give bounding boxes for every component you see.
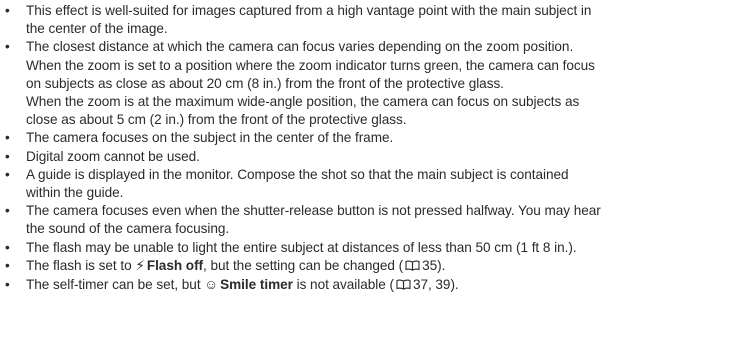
timer-item-pre: The self-timer can be set, but <box>26 277 201 293</box>
bullet-marker: • <box>5 257 10 273</box>
smile-timer-item: • The self-timer can be set, but ☺ Smile … <box>0 276 723 295</box>
bullet-marker: • <box>5 239 10 255</box>
item-line: close as about 5 cm (2 in.) from the fro… <box>26 112 407 128</box>
item-line: When the zoom is at the maximum wide-ang… <box>26 94 580 110</box>
list-item: • The flash may be unable to light the e… <box>0 239 723 257</box>
item-line: The closest distance at which the camera… <box>26 39 574 55</box>
list-item: • The camera focuses on the subject in t… <box>0 129 723 147</box>
smile-timer-label: Smile timer <box>220 277 293 293</box>
bullet-marker: • <box>5 3 10 18</box>
page-reference-icon <box>405 258 420 276</box>
item-line: A guide is displayed in the monitor. Com… <box>26 166 569 182</box>
item-line: Digital zoom cannot be used. <box>26 148 200 164</box>
item-line: The camera focuses on the subject in the… <box>26 130 394 146</box>
item-line: on subjects as close as about 20 cm (8 i… <box>26 75 504 91</box>
list-item: • A guide is displayed in the monitor. C… <box>0 166 723 202</box>
timer-page-ref: 37, 39 <box>412 277 451 293</box>
list-item: • The closest distance at which the came… <box>0 38 723 129</box>
flash-item-pre: The flash is set to <box>26 257 132 273</box>
bullet-marker: • <box>5 203 10 219</box>
list-item: • The camera focuses even when the shutt… <box>0 202 723 238</box>
timer-item-post: ). <box>450 277 459 293</box>
flash-item-mid: , but the setting can be changed ( <box>203 257 404 273</box>
item-line: The flash may be unable to light the ent… <box>26 239 577 255</box>
flash-page-ref: 35 <box>422 257 438 273</box>
bullet-marker: • <box>5 39 10 55</box>
timer-item-mid: is not available ( <box>296 277 394 293</box>
item-line: within the guide. <box>26 185 124 201</box>
document-page: • This effect is well-suited for images … <box>0 0 729 343</box>
flash-item-post: ). <box>437 257 446 273</box>
item-line: the center of the image. <box>26 21 168 37</box>
item-line: The camera focuses even when the shutter… <box>26 203 601 219</box>
smile-timer-icon: ☺ <box>204 277 219 293</box>
bullet-marker: • <box>5 277 10 293</box>
item-line: the sound of the camera focusing. <box>26 221 230 237</box>
item-line: This effect is well-suited for images ca… <box>26 3 592 18</box>
bullet-marker: • <box>5 148 10 164</box>
item-line: When the zoom is set to a position where… <box>26 57 595 73</box>
flash-off-label: Flash off <box>146 257 204 273</box>
notes-list: • This effect is well-suited for images … <box>0 2 723 295</box>
flash-setting-item: • The flash is set to ⚡ Flash off, but th… <box>0 257 723 276</box>
bullet-marker: • <box>5 130 10 146</box>
page-reference-icon <box>396 277 411 295</box>
list-item: • Digital zoom cannot be used. <box>0 148 723 166</box>
bullet-marker: • <box>5 166 10 182</box>
list-item: • This effect is well-suited for images … <box>0 2 723 38</box>
flash-off-icon: ⚡ <box>135 257 145 273</box>
